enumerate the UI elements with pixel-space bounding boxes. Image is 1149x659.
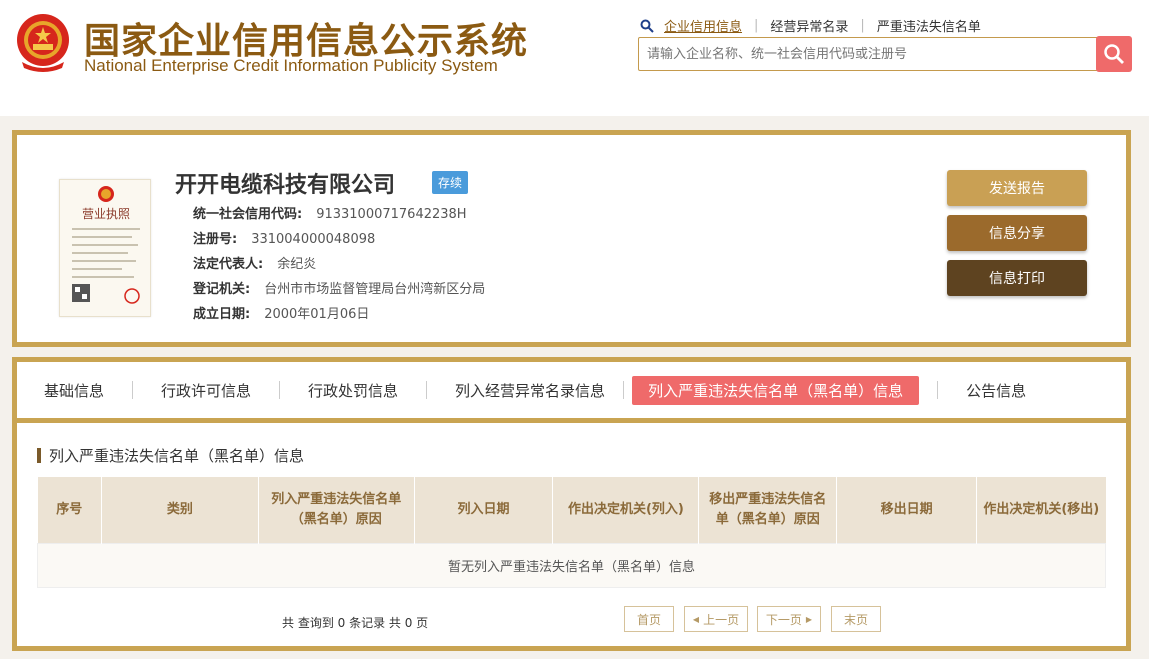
chevron-left-icon: ◀ [692, 614, 700, 624]
field-label: 成立日期: [193, 307, 251, 322]
col-header: 作出决定机关(移出) [976, 477, 1106, 543]
field-value: 91331000717642238H [316, 207, 467, 222]
next-page-button[interactable]: 下一页 ▶ [757, 606, 821, 632]
top-nav: 企业信用信息 | 经营异常名录 | 严重违法失信名单 [640, 16, 981, 35]
search-box [638, 37, 1099, 71]
col-header: 移出日期 [836, 477, 978, 543]
tab-admin-license[interactable]: 行政许可信息 [151, 380, 261, 401]
info-panel: 基础信息 行政许可信息 行政处罚信息 列入经营异常名录信息 列入严重违法失信名单… [12, 357, 1131, 651]
col-header: 列入日期 [414, 477, 554, 543]
field-value: 2000年01月06日 [264, 307, 370, 322]
field-value: 余纪炎 [277, 257, 317, 272]
pager-summary: 共 查询到 0 条记录 共 0 页 [282, 616, 429, 630]
nav-link-credit-info[interactable]: 企业信用信息 [664, 16, 742, 35]
business-license-image: 营业执照 [59, 179, 151, 317]
table-row: 暂无列入严重违法失信名单（黑名单）信息 [37, 542, 1106, 588]
print-info-button[interactable]: 信息打印 [947, 260, 1087, 296]
prev-page-label: 上一页 [703, 612, 740, 627]
search-icon [640, 19, 654, 33]
first-page-button[interactable]: 首页 [624, 606, 674, 632]
field-legal-rep: 法定代表人: 余纪炎 [193, 253, 316, 272]
field-established-date: 成立日期: 2000年01月06日 [193, 303, 369, 322]
field-value: 331004000048098 [251, 232, 376, 247]
search-button[interactable] [1096, 36, 1132, 72]
field-reg-number: 注册号: 331004000048098 [193, 228, 375, 247]
col-header: 作出决定机关(列入) [552, 477, 700, 543]
chevron-right-icon: ▶ [805, 614, 813, 624]
share-info-button[interactable]: 信息分享 [947, 215, 1087, 251]
blacklist-section: 列入严重违法失信名单（黑名单）信息 序号 类别 列入严重违法失信名单（黑名单）原… [17, 423, 1126, 646]
site-header: 国家企业信用信息公示系统 National Enterprise Credit … [0, 0, 1149, 116]
last-page-button[interactable]: 末页 [831, 606, 881, 632]
next-page-label: 下一页 [765, 612, 802, 627]
national-emblem-icon [17, 14, 69, 72]
col-header: 类别 [101, 477, 259, 543]
send-report-button[interactable]: 发送报告 [947, 170, 1087, 206]
status-badge: 存续 [432, 171, 469, 194]
tab-abnormal-list[interactable]: 列入经营异常名录信息 [445, 380, 615, 401]
tab-announcements[interactable]: 公告信息 [956, 380, 1036, 401]
company-card: 营业执照 开开电缆科技有限公司 存续 统一社会信用代码: 91331000717… [12, 130, 1131, 347]
tab-basic-info[interactable]: 基础信息 [34, 380, 114, 401]
nav-link-blacklist[interactable]: 严重违法失信名单 [877, 16, 981, 35]
blacklist-table: 序号 类别 列入严重违法失信名单（黑名单）原因 列入日期 作出决定机关(列入) … [37, 477, 1106, 588]
empty-message: 暂无列入严重违法失信名单（黑名单）信息 [37, 542, 1106, 588]
field-label: 法定代表人: [193, 257, 264, 272]
field-registration-authority: 登记机关: 台州市市场监督管理局台州湾新区分局 [193, 278, 485, 297]
field-label: 登记机关: [193, 282, 251, 297]
col-header: 移出严重违法失信名单（黑名单）原因 [698, 477, 838, 543]
tab-blacklist[interactable]: 列入严重违法失信名单（黑名单）信息 [632, 375, 920, 405]
nav-link-abnormal-list[interactable]: 经营异常名录 [770, 16, 848, 35]
svg-text:营业执照: 营业执照 [82, 207, 130, 221]
col-header: 序号 [37, 477, 102, 543]
site-subtitle: National Enterprise Credit Information P… [84, 56, 498, 75]
section-title: 列入严重违法失信名单（黑名单）信息 [37, 445, 304, 466]
tab-bar: 基础信息 行政许可信息 行政处罚信息 列入经营异常名录信息 列入严重违法失信名单… [17, 362, 1126, 418]
field-label: 注册号: [193, 232, 238, 247]
search-icon [1104, 44, 1124, 64]
field-credit-code: 统一社会信用代码: 91331000717642238H [193, 203, 467, 222]
tab-admin-penalty[interactable]: 行政处罚信息 [298, 380, 408, 401]
search-input[interactable] [639, 38, 1098, 70]
col-header: 列入严重违法失信名单（黑名单）原因 [258, 477, 415, 543]
prev-page-button[interactable]: ◀ 上一页 [684, 606, 748, 632]
field-value: 台州市市场监督管理局台州湾新区分局 [264, 282, 486, 297]
company-name: 开开电缆科技有限公司 [175, 173, 396, 198]
section-title-text: 列入严重违法失信名单（黑名单）信息 [49, 447, 305, 465]
field-label: 统一社会信用代码: [193, 207, 303, 222]
